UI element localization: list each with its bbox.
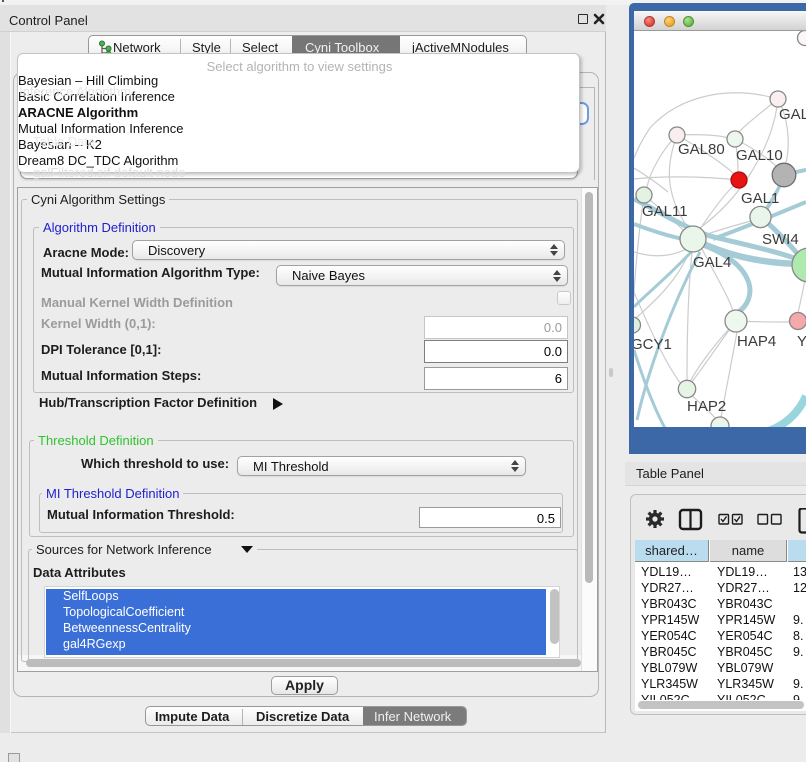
svg-text:Y: Y <box>797 333 806 350</box>
svg-text:HAP2: HAP2 <box>687 398 726 415</box>
svg-text:GCY1: GCY1 <box>634 336 672 353</box>
svg-text:GAL80: GAL80 <box>678 141 725 158</box>
svg-text:GAL4: GAL4 <box>693 254 731 271</box>
svg-text:GAL10: GAL10 <box>736 147 783 164</box>
svg-text:SWI4: SWI4 <box>762 231 799 248</box>
svg-text:GAL11: GAL11 <box>642 203 688 220</box>
svg-text:HAP4: HAP4 <box>737 333 776 350</box>
svg-text:GAL1: GAL1 <box>741 190 779 207</box>
svg-text:GAL2: GAL2 <box>779 106 806 123</box>
